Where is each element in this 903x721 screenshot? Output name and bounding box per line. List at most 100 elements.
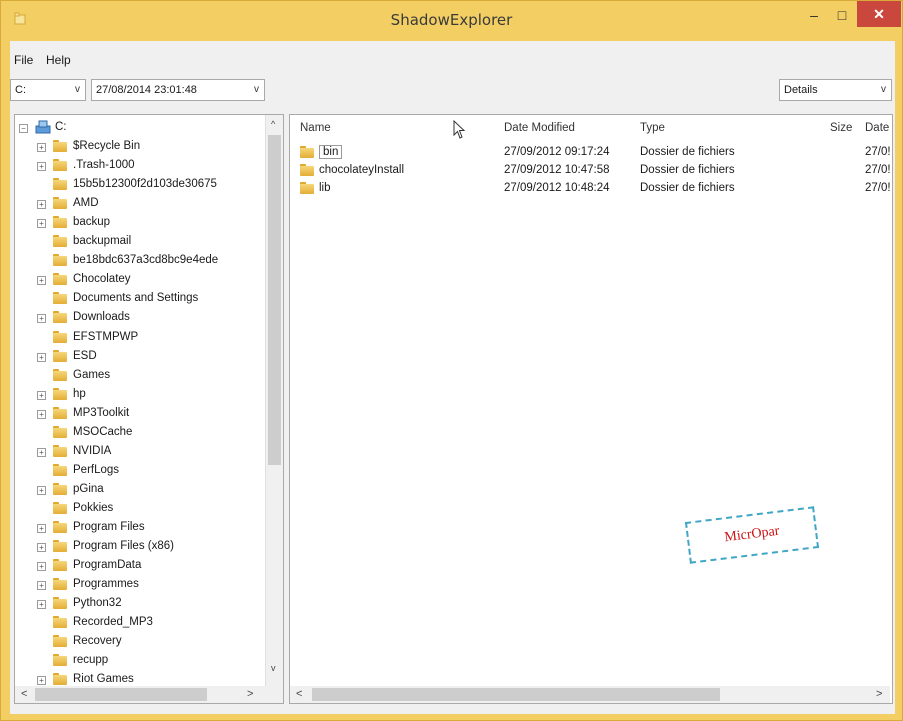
folder-icon	[53, 235, 67, 248]
expand-icon[interactable]: +	[37, 485, 46, 495]
tree-item-label: Recovery	[73, 635, 122, 648]
folder-icon	[53, 197, 67, 210]
minimize-button[interactable]: –	[801, 1, 827, 29]
folder-icon	[53, 444, 67, 457]
scroll-right-icon[interactable]: >	[876, 688, 882, 700]
expand-icon[interactable]: +	[37, 352, 46, 362]
folder-icon	[53, 178, 67, 191]
expand-icon[interactable]: +	[37, 524, 46, 533]
view-select[interactable]: Details v	[779, 79, 892, 101]
scroll-right-icon[interactable]: >	[247, 688, 253, 700]
tree-item-label: backupmail	[73, 235, 132, 248]
scroll-left-icon[interactable]: <	[21, 688, 27, 700]
expand-icon[interactable]: +	[37, 314, 46, 324]
file-date: 27/0!	[865, 146, 891, 158]
mouse-cursor-icon	[453, 120, 466, 139]
column-date[interactable]: Date	[865, 115, 889, 141]
expand-icon[interactable]: +	[37, 162, 46, 172]
column-date-modified[interactable]: Date Modified	[504, 115, 575, 141]
tree-item-label: MSOCache	[73, 425, 133, 438]
menu-bar: File Help	[10, 41, 895, 77]
tree-vertical-scrollbar[interactable]: ^ v	[265, 115, 283, 703]
menu-file[interactable]: File	[14, 53, 33, 67]
folder-icon	[53, 635, 67, 648]
file-date-modified: 27/09/2012 10:47:58	[504, 164, 610, 176]
folder-icon	[53, 292, 67, 305]
expand-icon[interactable]: +	[37, 143, 46, 152]
tree-horizontal-scrollbar[interactable]: < >	[15, 686, 267, 703]
scroll-up-icon[interactable]: ^	[271, 119, 275, 129]
folder-tree[interactable]: − C: + $Recycle Bin + .Trash-1000 15b5b12300…	[14, 114, 284, 704]
list-horizontal-scrollbar[interactable]: < >	[290, 686, 890, 703]
folder-icon	[53, 654, 67, 667]
file-name-cell: chocolateyInstall	[300, 161, 404, 179]
folder-icon	[53, 140, 67, 152]
file-name: chocolateyInstall	[319, 164, 405, 176]
scroll-left-icon[interactable]: <	[296, 688, 302, 700]
expand-icon[interactable]: +	[37, 562, 46, 572]
tree-scroll-thumb[interactable]	[268, 135, 281, 465]
folder-icon	[53, 673, 67, 686]
column-type[interactable]: Type	[640, 115, 665, 141]
file-row[interactable]: chocolateyInstall 27/09/2012 10:47:58 Doss…	[290, 161, 891, 179]
window-title: ShadowExplorer	[390, 11, 513, 29]
expand-icon[interactable]: +	[37, 543, 46, 553]
tree-item-label: NVIDIA	[73, 444, 112, 457]
drive-select-value: C:	[15, 84, 26, 96]
tree-root-label: C:	[55, 121, 67, 133]
expand-icon[interactable]: +	[37, 447, 46, 457]
watermark-text: MicrOpar	[723, 523, 781, 546]
file-name: bin	[319, 145, 343, 159]
tree-item-label: Python32	[73, 597, 122, 610]
drive-select[interactable]: C: v	[10, 79, 86, 101]
tree-item-label: Program Files (x86)	[73, 540, 174, 553]
expand-icon[interactable]: +	[37, 276, 46, 286]
folder-icon	[53, 368, 67, 381]
folder-icon	[53, 559, 67, 572]
collapse-icon[interactable]: −	[19, 124, 28, 133]
snapshot-select-value: 27/08/2014 23:01:48	[96, 84, 197, 96]
title-bar[interactable]: ShadowExplorer – □ ✕	[1, 1, 902, 41]
tree-item-label: pGina	[73, 482, 104, 495]
expand-icon[interactable]: +	[37, 581, 46, 591]
tree-hscroll-thumb[interactable]	[35, 688, 207, 701]
menu-help[interactable]: Help	[46, 53, 71, 67]
file-row[interactable]: lib 27/09/2012 10:48:24 Dossier de fichier…	[290, 179, 891, 197]
list-hscroll-thumb[interactable]	[312, 688, 720, 701]
tree-item-label: Recorded_MP3	[73, 616, 153, 629]
client-area: File Help C: v 27/08/2014 23:01:48 v Det…	[10, 41, 895, 714]
column-size[interactable]: Size	[830, 115, 852, 141]
tree-item-label: Pokkies	[73, 501, 114, 514]
toolbar: C: v 27/08/2014 23:01:48 v Details v	[10, 79, 895, 107]
tree-item-label: Chocolatey	[73, 273, 131, 286]
expand-icon[interactable]: +	[37, 219, 46, 229]
folder-icon	[53, 216, 67, 229]
file-name-cell: bin	[300, 143, 343, 161]
expand-icon[interactable]: +	[37, 200, 46, 210]
expand-icon[interactable]: +	[37, 676, 46, 686]
tree-item-label: MP3Toolkit	[73, 406, 130, 419]
expand-icon[interactable]: +	[37, 390, 46, 400]
tree-item-label: be18bdc637a3cd8bc9e4ede	[73, 254, 219, 267]
file-row[interactable]: bin 27/09/2012 09:17:24 Dossier de fichier…	[290, 143, 891, 161]
chevron-down-icon: v	[881, 84, 886, 95]
folder-icon	[300, 145, 314, 158]
tree-item-label: PerfLogs	[73, 463, 120, 476]
file-date-modified: 27/09/2012 10:48:24	[504, 182, 610, 194]
file-list[interactable]: Name Date Modified Type Size Date bin 27/…	[289, 114, 893, 704]
tree-item-label: hp	[73, 387, 86, 400]
close-button[interactable]: ✕	[857, 1, 901, 27]
scroll-down-icon[interactable]: v	[271, 663, 276, 673]
expand-icon[interactable]: +	[37, 409, 46, 419]
folder-icon	[53, 311, 67, 324]
maximize-button[interactable]: □	[829, 1, 855, 29]
folder-icon	[53, 406, 67, 419]
tree-item-label: EFSTMPWP	[73, 330, 139, 343]
drive-icon	[35, 120, 51, 134]
snapshot-select[interactable]: 27/08/2014 23:01:48 v	[91, 79, 265, 101]
tree-item-label: 15b5b12300f2d103de30675	[73, 178, 217, 191]
file-name: lib	[319, 182, 331, 194]
expand-icon[interactable]: +	[37, 600, 46, 610]
folder-icon	[53, 521, 67, 533]
folder-icon	[53, 578, 67, 591]
